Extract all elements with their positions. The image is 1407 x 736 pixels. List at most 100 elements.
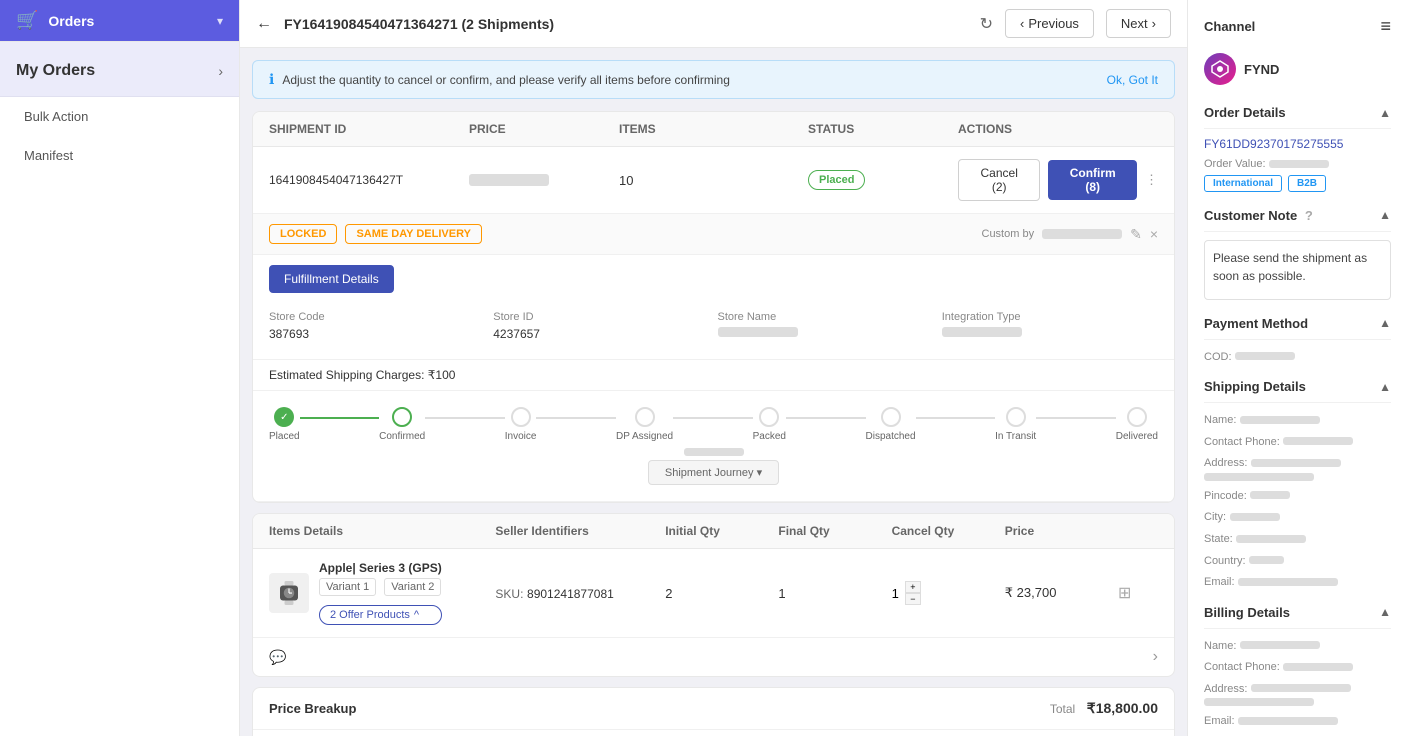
price-total-group: Total ₹18,800.00 <box>1050 700 1158 717</box>
back-button[interactable]: ← <box>256 15 272 33</box>
step-circle-invoice <box>511 407 531 427</box>
topbar: ← FY16419084540471364271 (2 Shipments) ↻… <box>240 0 1187 48</box>
shipment-id-value: 1641908454047136427T <box>269 173 469 187</box>
customer-note-help-icon: ? <box>1305 208 1313 223</box>
shipping-toggle[interactable]: ▲ <box>1379 380 1391 394</box>
store-name-cell: Store Name <box>718 311 934 341</box>
qty-increment-button[interactable]: + <box>905 581 921 593</box>
step-line-4 <box>673 417 753 419</box>
col-cancel-qty: Cancel Qty <box>892 524 1005 538</box>
billing-details-header: Billing Details ▲ <box>1204 605 1391 629</box>
connector-4 <box>673 407 753 419</box>
sidebar: 🛒 Orders ▾ My Orders › Bulk Action Manif… <box>0 0 240 736</box>
tags-row: LOCKED SAME DAY DELIVERY Custom by ✎ × <box>253 214 1174 255</box>
billing-email-row: Email: <box>1204 712 1391 728</box>
shipment-journey-button[interactable]: Shipment Journey ▾ <box>648 460 779 485</box>
shipment-actions: Cancel (2) Confirm (8) ⋮ <box>958 159 1158 201</box>
payment-toggle[interactable]: ▲ <box>1379 316 1391 330</box>
col-price: Price <box>469 122 619 136</box>
cancel-button[interactable]: Cancel (2) <box>958 159 1040 201</box>
cancel-qty-cell: 1 + − <box>892 581 1005 605</box>
shipping-charges: Estimated Shipping Charges: ₹100 <box>253 360 1174 391</box>
cancel-qty-value: 1 <box>892 586 899 601</box>
store-code-cell: Store Code 387693 <box>269 311 485 341</box>
customer-note-toggle[interactable]: ▲ <box>1379 208 1391 222</box>
shipping-pincode-label: Pincode: <box>1204 490 1247 502</box>
channel-label: Channel <box>1204 19 1255 34</box>
panel-menu-icon[interactable]: ≡ <box>1380 16 1391 37</box>
item-details-icon[interactable]: ⊞ <box>1118 583 1158 603</box>
watch-svg <box>274 578 304 608</box>
status-badge: Placed <box>808 170 865 190</box>
more-options-icon[interactable]: ⋮ <box>1145 172 1158 188</box>
col-items: Items <box>619 122 808 136</box>
item-image <box>269 573 309 613</box>
col-shipment-id: Shipment ID <box>269 122 469 136</box>
info-ok-button[interactable]: Ok, Got It <box>1107 73 1158 87</box>
payment-method-section: Payment Method ▲ COD: <box>1204 316 1391 364</box>
step-delivered: Delivered <box>1116 407 1158 442</box>
billing-phone-row: Contact Phone: <box>1204 658 1391 674</box>
locked-tag: LOCKED <box>269 224 337 244</box>
items-expand-icon[interactable]: › <box>1153 648 1158 666</box>
sidebar-item-bulk-action[interactable]: Bulk Action <box>0 97 239 136</box>
fulfillment-button[interactable]: Fulfillment Details <box>269 265 394 293</box>
shipping-city-label: City: <box>1204 511 1226 523</box>
shipping-name-blur <box>1240 416 1320 424</box>
previous-button[interactable]: ‹ Previous <box>1005 9 1094 38</box>
step-dispatched: Dispatched <box>866 407 916 442</box>
store-name-label: Store Name <box>718 311 934 323</box>
billing-email-label: Email: <box>1204 715 1235 727</box>
billing-name-label: Name: <box>1204 640 1236 652</box>
final-qty-cell: 1 <box>778 586 891 601</box>
store-id-label: Store ID <box>493 311 709 323</box>
shipping-email-blur <box>1238 578 1338 586</box>
tags-right: Custom by ✎ × <box>982 226 1159 243</box>
shipping-phone-row: Contact Phone: <box>1204 433 1391 449</box>
payment-method-header: Payment Method ▲ <box>1204 316 1391 340</box>
billing-address-blur <box>1251 684 1351 692</box>
items-footer: 💬 › <box>253 638 1174 676</box>
items-comment-icon[interactable]: 💬 <box>269 649 286 666</box>
shipment-status-cell: Placed <box>808 170 958 190</box>
qty-decrement-button[interactable]: − <box>905 593 921 605</box>
shipping-address-blur <box>1251 459 1341 467</box>
integration-blur <box>942 327 1022 337</box>
price-header: Price Breakup Total ₹18,800.00 <box>253 688 1174 730</box>
sidebar-my-orders[interactable]: My Orders › <box>0 42 239 97</box>
channel-logo <box>1204 53 1236 85</box>
billing-address-blur2 <box>1204 698 1314 706</box>
billing-details-section: Billing Details ▲ Name: Contact Phone: A… <box>1204 605 1391 728</box>
tag-edit-icon[interactable]: ✎ <box>1130 226 1142 243</box>
col-status: Status <box>808 122 958 136</box>
sidebar-header: 🛒 Orders ▾ <box>0 0 239 42</box>
next-button[interactable]: Next › <box>1106 9 1171 38</box>
shipping-email-row: Email: <box>1204 573 1391 589</box>
col-actions: Actions <box>958 122 1158 136</box>
refresh-icon[interactable]: ↻ <box>980 14 993 34</box>
confirm-button[interactable]: Confirm (8) <box>1048 160 1137 200</box>
customer-note-header: Customer Note ? ▲ <box>1204 208 1391 232</box>
customer-note-title: Customer Note ? <box>1204 208 1313 223</box>
sidebar-orders-label: Orders <box>48 13 207 29</box>
order-details-toggle[interactable]: ▲ <box>1379 106 1391 120</box>
order-id-link[interactable]: FY61DD92370175275555 <box>1204 137 1391 151</box>
item-details-cell: Apple| Series 3 (GPS) Variant 1 Variant … <box>269 561 495 625</box>
prev-chevron-icon: ‹ <box>1020 16 1024 31</box>
tag-close-icon[interactable]: × <box>1150 226 1158 242</box>
channel-row: Channel ≡ <box>1204 16 1391 37</box>
shipping-name-row: Name: <box>1204 411 1391 427</box>
billing-address-row: Address: <box>1204 680 1391 707</box>
shipping-details-title: Shipping Details <box>1204 379 1306 394</box>
connector-6 <box>916 407 996 419</box>
step-circle-dispatched <box>881 407 901 427</box>
billing-toggle[interactable]: ▲ <box>1379 605 1391 619</box>
offer-badge[interactable]: 2 Offer Products ^ <box>319 605 442 625</box>
shipment-table-header: Shipment ID Price Items Status Actions <box>253 112 1174 147</box>
payment-method-title: Payment Method <box>1204 316 1308 331</box>
item-price-cell: ₹ 23,700 <box>1005 585 1118 601</box>
channel-info: FYND <box>1204 53 1391 85</box>
connector-5 <box>786 407 866 419</box>
sidebar-item-manifest[interactable]: Manifest <box>0 136 239 175</box>
initial-qty-cell: 2 <box>665 586 778 601</box>
